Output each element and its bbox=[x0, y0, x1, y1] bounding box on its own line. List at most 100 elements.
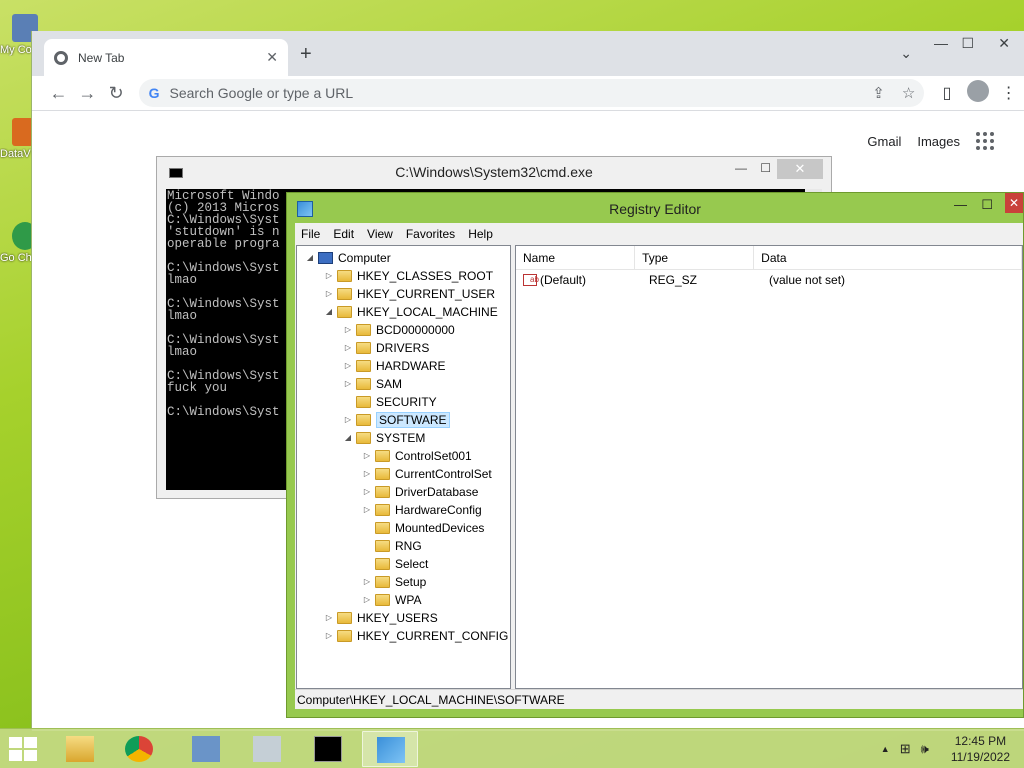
gmail-link[interactable]: Gmail bbox=[867, 134, 901, 149]
share-icon[interactable]: ⇪ bbox=[864, 84, 894, 102]
column-header-data[interactable]: Data bbox=[754, 245, 1022, 270]
cmd-close-button[interactable]: ✕ bbox=[777, 159, 823, 179]
tree-item-hkey-current-user[interactable]: ▷ HKEY_CURRENT_USER bbox=[324, 285, 495, 302]
folder-icon bbox=[375, 449, 390, 462]
cmd-minimize-button[interactable]: — bbox=[735, 161, 747, 175]
registry-editor-window: Registry Editor — ☐ ✕ File Edit View Fav… bbox=[286, 192, 1024, 718]
desktop-icon-datav[interactable]: DataV bbox=[0, 118, 38, 160]
column-header-name[interactable]: Name bbox=[516, 245, 636, 270]
column-header-type[interactable]: Type bbox=[635, 245, 755, 270]
maximize-button[interactable]: ☐ bbox=[961, 35, 974, 52]
value-row[interactable]: ab (Default) REG_SZ (value not set) bbox=[516, 270, 1022, 290]
expand-icon[interactable]: ▷ bbox=[324, 271, 334, 280]
taskbar-file-explorer[interactable] bbox=[52, 731, 108, 767]
tree-item-hkey-users[interactable]: ▷ HKEY_USERS bbox=[324, 609, 438, 626]
tab-close-icon[interactable]: ✕ bbox=[266, 49, 278, 66]
expand-icon[interactable]: ▷ bbox=[362, 577, 372, 586]
volume-icon[interactable]: 🕪 bbox=[921, 741, 929, 757]
menu-file[interactable]: File bbox=[301, 227, 320, 241]
clock[interactable]: 12:45 PM 11/19/2022 bbox=[951, 733, 1010, 765]
omnibox-placeholder[interactable]: Search Google or type a URL bbox=[170, 85, 864, 101]
registry-key-tree[interactable]: ◢ Computer ▷ HKEY_CLASSES_ROOT ▷ HKEY_CU… bbox=[296, 245, 511, 689]
tree-item-hkey-classes-root[interactable]: ▷ HKEY_CLASSES_ROOT bbox=[324, 267, 493, 284]
profile-avatar[interactable] bbox=[962, 79, 993, 107]
tree-item-software[interactable]: ▷ SOFTWARE bbox=[343, 411, 450, 428]
expand-icon[interactable]: ▷ bbox=[362, 487, 372, 496]
tree-item-hardware[interactable]: ▷ HARDWARE bbox=[343, 357, 446, 374]
tree-item-label: WPA bbox=[395, 592, 422, 607]
collapse-icon[interactable]: ◢ bbox=[324, 307, 334, 316]
tab-new-tab[interactable]: New Tab ✕ bbox=[44, 39, 288, 76]
folder-icon bbox=[375, 557, 390, 570]
expand-icon[interactable]: ▷ bbox=[343, 343, 353, 352]
close-button[interactable]: ✕ bbox=[998, 35, 1010, 52]
expand-icon[interactable]: ▷ bbox=[324, 289, 334, 298]
desktop-icon-google-chrome[interactable]: Go Ch bbox=[0, 222, 38, 264]
forward-icon[interactable]: → bbox=[73, 83, 102, 104]
tree-item-sam[interactable]: ▷ SAM bbox=[343, 375, 402, 392]
tree-item-setup[interactable]: ▷ Setup bbox=[362, 573, 426, 590]
tree-item-security[interactable]: SECURITY bbox=[343, 393, 437, 410]
registry-minimize-button[interactable]: — bbox=[954, 197, 967, 212]
tree-item-rng[interactable]: RNG bbox=[362, 537, 422, 554]
tree-item-select[interactable]: Select bbox=[362, 555, 428, 572]
tree-item-hkey-local-machine[interactable]: ◢ HKEY_LOCAL_MACHINE bbox=[324, 303, 498, 320]
tab-search-icon[interactable]: ⌄ bbox=[900, 45, 912, 62]
side-panel-icon[interactable]: ▯ bbox=[932, 83, 963, 103]
network-icon[interactable]: ⊞ bbox=[900, 741, 911, 757]
taskbar-control-panel[interactable] bbox=[178, 731, 234, 767]
expand-icon[interactable]: ▷ bbox=[362, 595, 372, 604]
expand-icon[interactable]: ▷ bbox=[362, 469, 372, 478]
start-button[interactable] bbox=[9, 737, 39, 763]
menu-favorites[interactable]: Favorites bbox=[406, 227, 455, 241]
tree-item-system[interactable]: ◢ SYSTEM bbox=[343, 429, 425, 446]
menu-help[interactable]: Help bbox=[468, 227, 493, 241]
menu-edit[interactable]: Edit bbox=[333, 227, 354, 241]
new-tab-button[interactable]: + bbox=[300, 43, 312, 66]
expand-icon[interactable]: ▷ bbox=[362, 451, 372, 460]
taskbar-performance[interactable] bbox=[239, 731, 295, 767]
tree-item-currentcontrolset[interactable]: ▷ CurrentControlSet bbox=[362, 465, 492, 482]
minimize-button[interactable]: — bbox=[934, 35, 948, 51]
cmd-title-bar[interactable]: C:\Windows\System32\cmd.exe — ☐ ✕ bbox=[157, 157, 831, 187]
desktop-icon-my-computer[interactable]: My Co bbox=[0, 14, 38, 56]
collapse-icon[interactable]: ◢ bbox=[305, 253, 315, 262]
registry-close-button[interactable]: ✕ bbox=[1005, 193, 1023, 213]
taskbar-regedit[interactable] bbox=[362, 731, 418, 767]
clock-time: 12:45 PM bbox=[954, 734, 1007, 748]
reload-icon[interactable]: ↻ bbox=[102, 83, 131, 104]
tree-item-driverdatabase[interactable]: ▷ DriverDatabase bbox=[362, 483, 478, 500]
chrome-menu-icon[interactable]: ⋮ bbox=[993, 83, 1024, 103]
cmd-maximize-button[interactable]: ☐ bbox=[760, 161, 771, 175]
back-icon[interactable]: ← bbox=[44, 83, 73, 104]
tree-item-hardwareconfig[interactable]: ▷ HardwareConfig bbox=[362, 501, 482, 518]
apps-grid-icon[interactable] bbox=[976, 132, 994, 150]
tree-item-computer[interactable]: ◢ Computer bbox=[305, 249, 391, 266]
taskbar-cmd[interactable] bbox=[300, 731, 356, 767]
folder-icon bbox=[356, 431, 371, 444]
expand-icon[interactable]: ▷ bbox=[343, 379, 353, 388]
menu-view[interactable]: View bbox=[367, 227, 393, 241]
images-link[interactable]: Images bbox=[917, 134, 960, 149]
tree-item-bcd[interactable]: ▷ BCD00000000 bbox=[343, 321, 455, 338]
tree-item-drivers[interactable]: ▷ DRIVERS bbox=[343, 339, 429, 356]
tree-item-wpa[interactable]: ▷ WPA bbox=[362, 591, 422, 608]
omnibox[interactable]: G Search Google or type a URL ⇪ ☆ bbox=[138, 79, 924, 107]
expand-icon[interactable]: ▷ bbox=[324, 631, 334, 640]
registry-maximize-button[interactable]: ☐ bbox=[981, 197, 993, 213]
expand-icon[interactable]: ▷ bbox=[343, 361, 353, 370]
expand-icon[interactable]: ▷ bbox=[362, 505, 372, 514]
collapse-icon[interactable]: ◢ bbox=[343, 433, 353, 442]
tree-item-mounteddevices[interactable]: MountedDevices bbox=[362, 519, 484, 536]
registry-values-pane[interactable]: Name Type Data ab (Default) REG_SZ (valu… bbox=[515, 245, 1023, 689]
expand-icon[interactable]: ▷ bbox=[343, 415, 353, 424]
expand-icon[interactable]: ▷ bbox=[343, 325, 353, 334]
show-hidden-icons-icon[interactable]: ▲ bbox=[881, 744, 890, 754]
expand-icon[interactable]: ▷ bbox=[324, 613, 334, 622]
tree-item-hkey-current-config[interactable]: ▷ HKEY_CURRENT_CONFIG bbox=[324, 627, 508, 644]
folder-icon bbox=[337, 629, 352, 642]
bookmark-star-icon[interactable]: ☆ bbox=[894, 84, 924, 102]
tree-item-controlset001[interactable]: ▷ ControlSet001 bbox=[362, 447, 472, 464]
taskbar-chrome[interactable] bbox=[111, 731, 167, 767]
registry-title-bar[interactable]: Registry Editor — ☐ ✕ bbox=[287, 193, 1023, 223]
